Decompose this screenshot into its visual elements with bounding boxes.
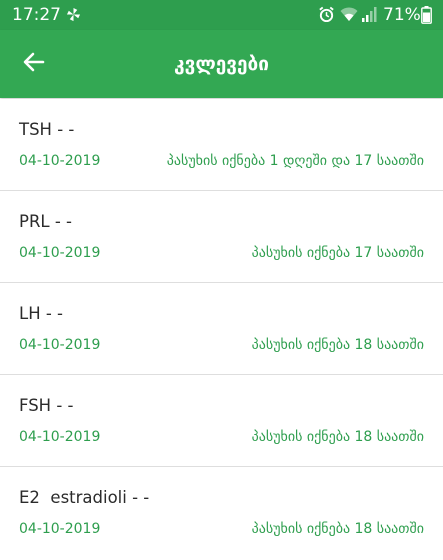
result-date: 04-10-2019 [19, 153, 101, 169]
status-time: 17:27 [12, 5, 61, 25]
wifi-icon [340, 7, 358, 21]
result-date: 04-10-2019 [19, 429, 101, 445]
alarm-icon [319, 6, 334, 23]
result-eta: პასუხის იქნება 18 საათში [251, 429, 424, 445]
pinwheel-icon [66, 7, 81, 22]
page-title: კვლევები [174, 53, 269, 75]
result-eta: პასუხის იქნება 17 საათში [251, 245, 424, 261]
result-name: TSH - - [19, 120, 75, 139]
result-item[interactable]: FSH - - 04-10-2019 პასუხის იქნება 18 საა… [0, 375, 443, 467]
battery-percent: 71% [383, 5, 421, 25]
results-list: TSH - - 04-10-2019 პასუხის იქნება 1 დღეშ… [0, 99, 443, 558]
result-name: LH - - [19, 304, 63, 323]
result-date: 04-10-2019 [19, 337, 101, 353]
app-bar: კვლევები [0, 30, 443, 98]
result-eta: პასუხის იქნება 18 საათში [251, 521, 424, 537]
result-eta: პასუხის იქნება 1 დღეში და 17 საათში [166, 153, 424, 169]
status-bar: 17:27 71% [0, 0, 443, 30]
battery-icon [421, 6, 432, 24]
result-eta: პასუხის იქნება 18 საათში [251, 337, 424, 353]
result-item[interactable]: E2 estradioli - - 04-10-2019 პასუხის იქნ… [0, 467, 443, 558]
result-name: E2 estradioli - - [19, 488, 150, 507]
result-date: 04-10-2019 [19, 245, 101, 261]
result-date: 04-10-2019 [19, 521, 101, 537]
result-item[interactable]: TSH - - 04-10-2019 პასუხის იქნება 1 დღეშ… [0, 99, 443, 191]
result-name: FSH - - [19, 396, 74, 415]
signal-icon [362, 7, 377, 22]
result-name: PRL - - [19, 212, 73, 231]
result-item[interactable]: PRL - - 04-10-2019 პასუხის იქნება 17 საა… [0, 191, 443, 283]
result-item[interactable]: LH - - 04-10-2019 პასუხის იქნება 18 საათ… [0, 283, 443, 375]
